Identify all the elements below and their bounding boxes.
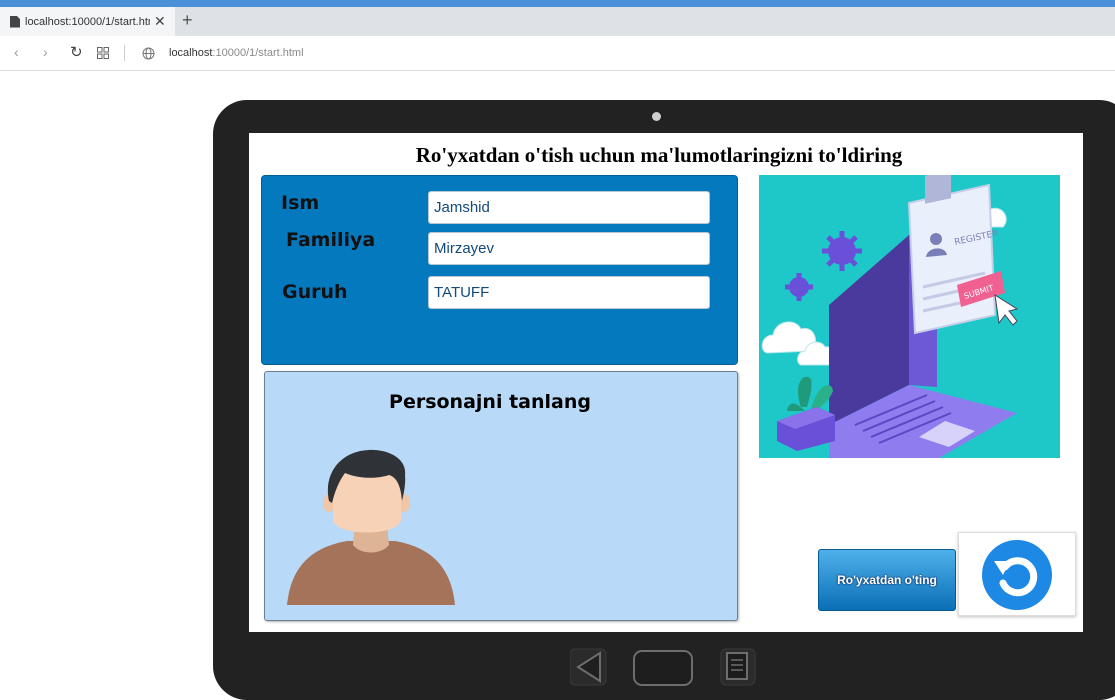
forward-icon[interactable]: ›	[43, 44, 48, 60]
group-input[interactable]	[428, 276, 710, 309]
back-icon[interactable]: ‹	[14, 44, 19, 60]
character-panel-title: Personajni tanlang	[389, 391, 591, 413]
browser-tab[interactable]: localhost:10000/1/start.htm ✕	[0, 7, 175, 36]
group-label: Guruh	[282, 281, 348, 303]
register-illustration: REGISTER SUBMIT	[759, 175, 1060, 458]
window-top-strip	[0, 0, 1115, 7]
new-tab-button[interactable]: +	[182, 10, 193, 31]
android-recent-icon[interactable]	[720, 648, 756, 686]
character-avatar[interactable]	[285, 445, 457, 607]
reset-icon	[982, 540, 1052, 610]
url-field[interactable]: localhost:10000/1/start.html	[169, 47, 304, 59]
tablet-camera	[652, 112, 661, 121]
tab-close-icon[interactable]: ✕	[154, 13, 166, 30]
tab-bar: localhost:10000/1/start.htm ✕ +	[0, 7, 1115, 36]
register-button[interactable]: Ro'yxatdan o'ting	[818, 549, 956, 611]
divider	[124, 45, 125, 61]
surname-input[interactable]	[428, 232, 710, 265]
name-label: Ism	[281, 192, 320, 214]
reload-icon[interactable]: ↻	[70, 43, 83, 61]
globe-icon	[142, 47, 155, 60]
apps-icon[interactable]	[97, 47, 109, 59]
file-icon	[10, 15, 20, 28]
name-input[interactable]	[428, 191, 710, 224]
reset-button[interactable]	[958, 532, 1076, 616]
android-back-icon[interactable]	[570, 648, 607, 686]
page-heading: Ro'yxatdan o'tish uchun ma'lumotlaringiz…	[415, 143, 903, 167]
url-host: localhost	[169, 47, 213, 59]
url-path: :10000/1/start.html	[212, 47, 304, 59]
surname-label: Familiya	[286, 229, 376, 251]
address-bar: ‹ › ↻ localhost:10000/1/start.html	[0, 36, 1115, 71]
android-home-icon[interactable]	[633, 650, 693, 686]
tablet-nav-keys	[570, 648, 756, 686]
tab-title: localhost:10000/1/start.htm	[25, 15, 150, 28]
